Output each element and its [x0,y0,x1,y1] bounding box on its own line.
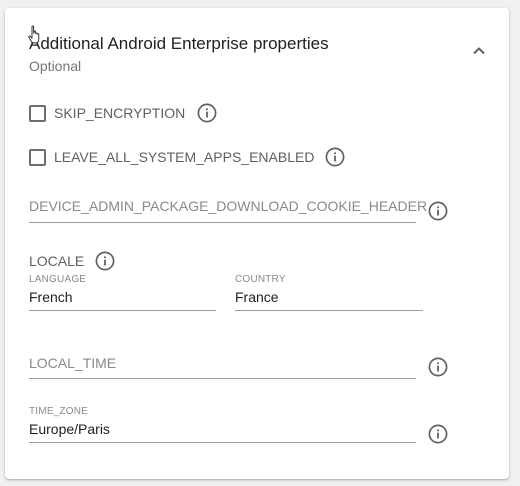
locale-label: LOCALE [29,253,85,269]
android-enterprise-properties-card: Additional Android Enterprise properties… [5,8,509,479]
panel-title: Additional Android Enterprise properties [29,34,329,53]
local-time-input[interactable]: LOCAL_TIME [29,355,416,379]
info-icon[interactable] [95,251,115,271]
language-value: French [29,289,73,305]
leave-all-system-apps-label: LEAVE_ALL_SYSTEM_APPS_ENABLED [54,149,315,165]
time-zone-input[interactable]: Europe/Paris [29,417,416,443]
info-icon[interactable] [197,103,217,123]
skip-encryption-label: SKIP_ENCRYPTION [54,105,186,121]
leave-all-system-apps-checkbox[interactable] [29,148,46,166]
country-field[interactable]: COUNTRY France [235,274,423,311]
country-value: France [235,289,279,305]
time-zone-label: TIME_ZONE [29,406,89,417]
chevron-up-icon [473,47,485,55]
collapse-button[interactable] [467,39,491,63]
cookie-header-placeholder: DEVICE_ADMIN_PACKAGE_DOWNLOAD_COOKIE_HEA… [29,198,428,214]
locale-section: LOCALE [29,251,115,271]
language-label: LANGUAGE [29,274,87,285]
country-input[interactable]: France [235,285,423,311]
info-icon[interactable] [325,147,345,167]
panel-subtitle: Optional [29,58,82,74]
info-icon[interactable] [428,357,448,377]
hand-cursor-icon [28,25,40,44]
language-input[interactable]: French [29,285,216,311]
info-icon[interactable] [428,201,448,221]
language-field[interactable]: LANGUAGE French [29,274,216,311]
local-time-placeholder: LOCAL_TIME [29,355,117,371]
country-label: COUNTRY [235,274,286,285]
checkbox-row-leave-all-system-apps: LEAVE_ALL_SYSTEM_APPS_ENABLED [29,145,345,169]
time-zone-value: Europe/Paris [29,421,110,437]
cookie-header-input[interactable]: DEVICE_ADMIN_PACKAGE_DOWNLOAD_COOKIE_HEA… [29,198,427,223]
skip-encryption-checkbox[interactable] [29,104,46,122]
time-zone-field[interactable]: TIME_ZONE Europe/Paris [29,406,416,443]
info-icon[interactable] [428,424,448,444]
checkbox-row-skip-encryption: SKIP_ENCRYPTION [29,101,217,125]
